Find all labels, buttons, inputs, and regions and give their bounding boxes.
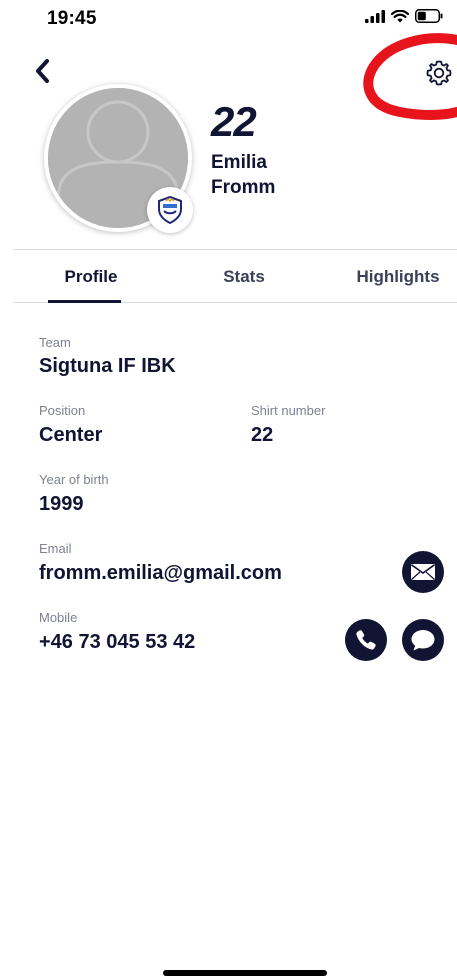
player-number: 22	[211, 98, 257, 145]
shirt-number-value: 22	[251, 424, 274, 446]
tab-highlights[interactable]: Highlights	[350, 252, 446, 302]
player-avatar	[44, 84, 193, 233]
wifi-icon	[391, 9, 409, 22]
tab-profile[interactable]: Profile	[48, 252, 134, 302]
player-first-name: Emilia	[211, 152, 267, 173]
team-crest-badge	[147, 187, 193, 233]
divider	[14, 249, 457, 250]
player-last-name: Fromm	[211, 177, 276, 198]
call-button[interactable]	[345, 619, 387, 661]
year-of-birth-value: 1999	[39, 493, 84, 515]
phone-icon	[356, 630, 376, 650]
settings-button[interactable]	[424, 58, 454, 88]
shield-crest-icon	[158, 196, 182, 224]
year-of-birth-label: Year of birth	[39, 472, 109, 487]
cellular-signal-icon	[365, 9, 385, 23]
mobile-value[interactable]: +46 73 045 53 42	[39, 631, 195, 654]
chat-bubble-icon	[411, 630, 435, 651]
home-indicator	[163, 970, 327, 976]
message-button[interactable]	[402, 619, 444, 661]
gear-icon	[426, 60, 452, 86]
position-label: Position	[39, 403, 86, 418]
team-label: Team	[39, 335, 71, 350]
tab-bar: Profile Stats Highlights	[14, 252, 457, 302]
status-icons	[365, 9, 443, 23]
email-label: Email	[39, 541, 72, 556]
email-value[interactable]: fromm.emilia@gmail.com	[39, 562, 282, 585]
status-bar: 19:45	[0, 0, 457, 40]
active-tab-indicator	[48, 300, 121, 303]
chevron-left-icon	[36, 59, 49, 83]
shirt-number-label: Shirt number	[251, 403, 326, 418]
battery-icon	[415, 9, 443, 23]
envelope-icon	[411, 564, 435, 580]
position-value: Center	[39, 424, 103, 446]
mobile-label: Mobile	[39, 610, 78, 625]
email-button[interactable]	[402, 551, 444, 593]
back-button[interactable]	[28, 56, 56, 86]
team-value: Sigtuna IF IBK	[39, 355, 176, 377]
tab-stats[interactable]: Stats	[204, 252, 284, 302]
status-time: 19:45	[47, 8, 97, 29]
